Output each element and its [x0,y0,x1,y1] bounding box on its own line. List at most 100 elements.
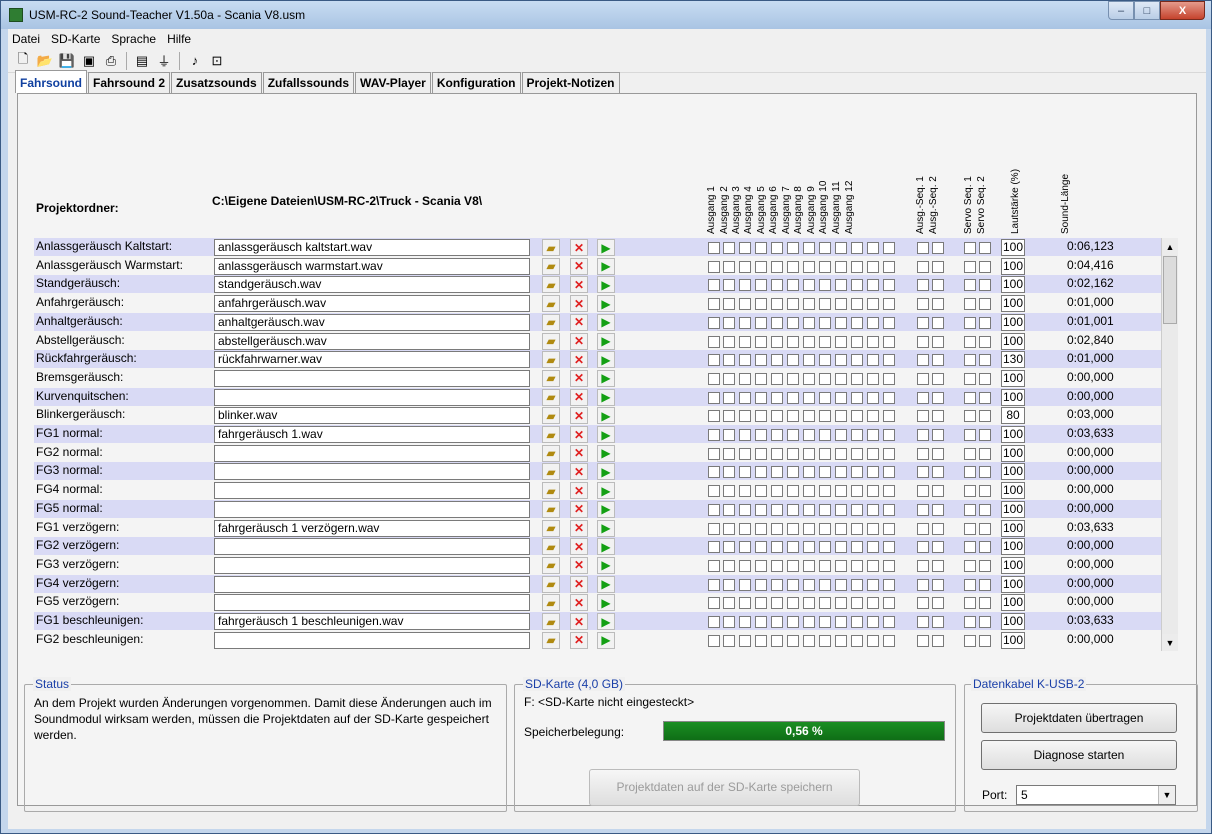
output-checkbox[interactable] [835,410,847,423]
output-checkbox[interactable] [932,466,944,479]
output-checkbox[interactable] [979,634,991,647]
output-checkbox[interactable] [819,634,831,647]
output-checkbox[interactable] [851,372,863,385]
output-checkbox[interactable] [787,522,799,535]
open-folder-icon[interactable]: ▰ [542,556,560,574]
output-checkbox[interactable] [835,597,847,610]
sound-file-field[interactable]: abstellgeräusch.wav [214,332,530,350]
output-checkbox[interactable] [964,298,976,311]
output-checkbox[interactable] [739,447,751,460]
output-checkbox[interactable] [867,429,879,441]
output-checkbox[interactable] [739,279,751,292]
output-checkbox[interactable] [979,485,991,498]
output-checkbox[interactable] [803,316,815,329]
output-checkbox[interactable] [964,410,976,423]
output-checkbox[interactable] [708,541,720,554]
play-icon[interactable]: ▶ [597,239,615,256]
output-checkbox[interactable] [932,522,944,535]
output-checkbox[interactable] [755,541,767,554]
save-icon[interactable]: 💾 [58,52,76,70]
output-checkbox[interactable] [851,279,863,292]
output-checkbox[interactable] [787,410,799,423]
output-checkbox[interactable] [979,429,991,441]
open-folder-icon[interactable]: ▰ [542,575,560,593]
tab-wav-player[interactable]: WAV-Player [355,72,431,94]
delete-icon[interactable]: ✕ [570,332,588,350]
output-checkbox[interactable] [787,466,799,479]
sound-file-field[interactable] [214,538,530,556]
output-checkbox[interactable] [851,260,863,273]
output-checkbox[interactable] [867,485,879,498]
output-checkbox[interactable] [708,522,720,535]
output-checkbox[interactable] [739,316,751,329]
delete-icon[interactable]: ✕ [570,594,588,612]
delete-icon[interactable]: ✕ [570,407,588,425]
output-checkbox[interactable] [851,429,863,441]
output-checkbox[interactable] [723,485,735,498]
menu-sd-karte[interactable]: SD-Karte [51,32,100,46]
output-checkbox[interactable] [979,578,991,591]
output-checkbox[interactable] [835,429,847,441]
output-checkbox[interactable] [787,634,799,647]
output-checkbox[interactable] [867,541,879,554]
minimize-button[interactable]: – [1108,1,1134,20]
output-checkbox[interactable] [883,522,895,535]
output-checkbox[interactable] [932,260,944,273]
output-checkbox[interactable] [819,335,831,348]
output-checkbox[interactable] [819,391,831,404]
output-checkbox[interactable] [787,260,799,273]
output-checkbox[interactable] [739,634,751,647]
tab-zusatzsounds[interactable]: Zusatzsounds [171,72,262,94]
output-checkbox[interactable] [771,260,783,273]
output-checkbox[interactable] [883,447,895,460]
output-checkbox[interactable] [867,260,879,273]
output-checkbox[interactable] [851,597,863,610]
output-checkbox[interactable] [787,541,799,554]
delete-icon[interactable]: ✕ [570,500,588,518]
open-folder-icon[interactable]: ▰ [542,332,560,350]
output-checkbox[interactable] [723,429,735,441]
output-checkbox[interactable] [917,279,929,292]
volume-field[interactable]: 100 [1001,276,1025,294]
delete-icon[interactable]: ✕ [570,239,588,256]
output-checkbox[interactable] [803,466,815,479]
output-checkbox[interactable] [771,429,783,441]
output-checkbox[interactable] [964,260,976,273]
start-diagnosis-button[interactable]: Diagnose starten [981,740,1177,770]
output-checkbox[interactable] [787,485,799,498]
output-checkbox[interactable] [708,279,720,292]
volume-field[interactable]: 100 [1001,426,1025,443]
output-checkbox[interactable] [803,354,815,367]
play-icon[interactable]: ▶ [597,631,615,649]
output-checkbox[interactable] [964,597,976,610]
tab-fahrsound-2[interactable]: Fahrsound 2 [88,72,171,94]
output-checkbox[interactable] [819,260,831,273]
output-checkbox[interactable] [755,279,767,292]
output-checkbox[interactable] [883,372,895,385]
output-checkbox[interactable] [867,298,879,311]
output-checkbox[interactable] [755,260,767,273]
output-checkbox[interactable] [723,372,735,385]
output-checkbox[interactable] [835,559,847,572]
output-checkbox[interactable] [979,410,991,423]
output-checkbox[interactable] [771,485,783,498]
output-checkbox[interactable] [723,597,735,610]
play-icon[interactable]: ▶ [597,426,615,443]
output-checkbox[interactable] [739,410,751,423]
output-checkbox[interactable] [979,391,991,404]
output-checkbox[interactable] [771,466,783,479]
output-checkbox[interactable] [723,279,735,292]
title-bar[interactable]: USM-RC-2 Sound-Teacher V1.50a - Scania V… [1,1,1211,29]
output-checkbox[interactable] [787,559,799,572]
output-checkbox[interactable] [932,410,944,423]
output-checkbox[interactable] [803,503,815,516]
output-checkbox[interactable] [755,634,767,647]
output-checkbox[interactable] [964,316,976,329]
output-checkbox[interactable] [803,279,815,292]
output-checkbox[interactable] [979,354,991,367]
open-folder-icon[interactable]: ▰ [542,351,560,369]
output-checkbox[interactable] [708,578,720,591]
delete-icon[interactable]: ✕ [570,463,588,481]
volume-field[interactable]: 100 [1001,388,1025,406]
output-checkbox[interactable] [755,429,767,441]
